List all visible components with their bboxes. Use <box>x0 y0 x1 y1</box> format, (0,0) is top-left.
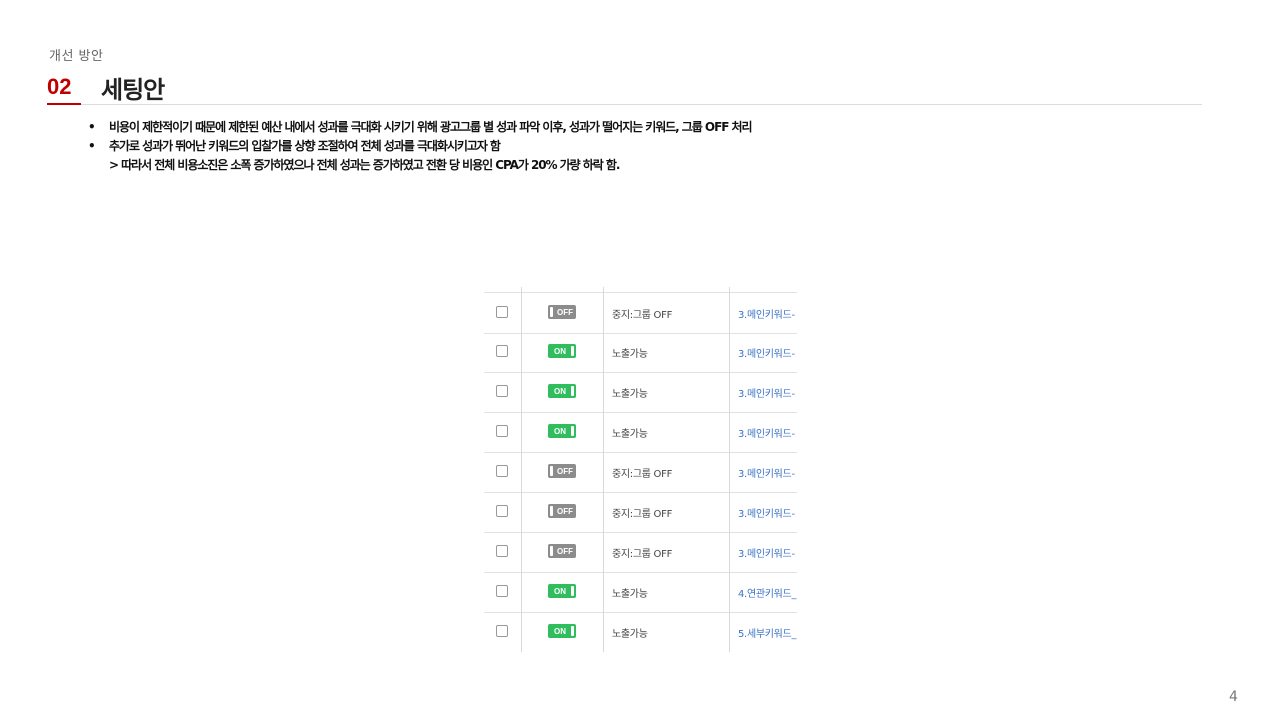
table-row: OFF 중지:그룹 OFF 3.메인키워드- <box>484 292 797 334</box>
table-row: OFF 중지:그룹 OFF 3.메인키워드- <box>484 532 797 573</box>
toggle-on-switch[interactable]: ON <box>548 384 576 398</box>
toggle-label: OFF <box>557 506 573 516</box>
toggle-label: OFF <box>557 307 573 317</box>
toggle-knob-icon <box>550 466 553 476</box>
column-divider <box>729 287 730 652</box>
toggle-knob-icon <box>550 307 553 317</box>
toggle-label: OFF <box>557 546 573 556</box>
table-row: OFF 중지:그룹 OFF 3.메인키워드- <box>484 492 797 533</box>
row-checkbox[interactable] <box>496 465 508 477</box>
row-status: 노출가능 <box>612 429 648 440</box>
row-keyword-link[interactable]: 3.메인키워드- <box>738 306 795 321</box>
row-status: 노출가능 <box>612 629 648 640</box>
toggle-off-switch[interactable]: OFF <box>548 544 576 558</box>
row-checkbox[interactable] <box>496 625 508 637</box>
toggle-off-switch[interactable]: OFF <box>548 305 576 319</box>
row-status: 중지:그룹 OFF <box>612 509 673 520</box>
toggle-label: ON <box>554 386 566 396</box>
toggle-knob-icon <box>571 386 574 396</box>
toggle-off-switch[interactable]: OFF <box>548 464 576 478</box>
row-status: 중지:그룹 OFF <box>612 469 673 480</box>
bullet-text: 추가로 성과가 뛰어난 키워드의 입찰가를 상향 조절하여 전체 성과를 극대화… <box>109 139 501 153</box>
row-checkbox[interactable] <box>496 545 508 557</box>
row-keyword-link[interactable]: 3.메인키워드- <box>738 385 795 400</box>
table-row: OFF 중지:그룹 OFF 3.메인키워드- <box>484 452 797 493</box>
toggle-on-switch[interactable]: ON <box>548 584 576 598</box>
table-row: ON 노출가능 5.세부키워드_ <box>484 612 797 652</box>
row-status: 중지:그룹 OFF <box>612 549 673 560</box>
toggle-on-switch[interactable]: ON <box>548 344 576 358</box>
toggle-knob-icon <box>571 626 574 636</box>
row-keyword-link[interactable]: 5.세부키워드_ <box>738 625 796 640</box>
row-keyword-link[interactable]: 3.메인키워드- <box>738 345 795 360</box>
toggle-label: OFF <box>557 466 573 476</box>
column-divider <box>603 287 604 652</box>
table-row: ON 노출가능 3.메인키워드- <box>484 372 797 413</box>
row-keyword-link[interactable]: 4.연관키워드_ <box>738 585 796 600</box>
page-number: 4 <box>1229 689 1238 705</box>
toggle-knob-icon <box>550 546 553 556</box>
row-checkbox[interactable] <box>496 425 508 437</box>
bullet-item: • 추가로 성과가 뛰어난 키워드의 입찰가를 상향 조절하여 전체 성과를 극… <box>88 137 1188 156</box>
section-title: 세팅안 <box>101 76 165 104</box>
toggle-label: ON <box>554 426 566 436</box>
table-row: ON 노출가능 3.메인키워드- <box>484 412 797 453</box>
row-checkbox[interactable] <box>496 585 508 597</box>
toggle-label: ON <box>554 346 566 356</box>
toggle-label: ON <box>554 586 566 596</box>
bullet-list: • 비용이 제한적이기 때문에 제한된 예산 내에서 성과를 극대화 시키기 위… <box>88 118 1188 175</box>
bullet-subtext: > 따라서 전체 비용소진은 소폭 증가하였으나 전체 성과는 증가하였고 전환… <box>109 158 620 172</box>
row-status: 중지:그룹 OFF <box>612 310 673 321</box>
row-status: 노출가능 <box>612 589 648 600</box>
row-status: 노출가능 <box>612 389 648 400</box>
row-checkbox[interactable] <box>496 306 508 318</box>
row-checkbox[interactable] <box>496 385 508 397</box>
row-checkbox[interactable] <box>496 505 508 517</box>
table-row: ON 노출가능 3.메인키워드- <box>484 332 797 373</box>
toggle-knob-icon <box>571 346 574 356</box>
bullet-text: 비용이 제한적이기 때문에 제한된 예산 내에서 성과를 극대화 시키기 위해 … <box>109 120 753 134</box>
bullet-icon: • <box>88 120 96 134</box>
toggle-knob-icon <box>571 426 574 436</box>
toggle-on-switch[interactable]: ON <box>548 424 576 438</box>
keyword-table-screenshot: OFF 중지:그룹 OFF 3.메인키워드- ON 노출가능 3.메인키워드- ON 노출가능… <box>484 287 797 652</box>
header-divider <box>81 104 1202 105</box>
column-divider <box>521 287 522 652</box>
toggle-knob-icon <box>571 586 574 596</box>
section-number: 02 <box>47 74 72 99</box>
row-keyword-link[interactable]: 3.메인키워드- <box>738 425 795 440</box>
row-checkbox[interactable] <box>496 345 508 357</box>
bullet-icon: • <box>88 139 96 153</box>
row-keyword-link[interactable]: 3.메인키워드- <box>738 505 795 520</box>
toggle-off-switch[interactable]: OFF <box>548 504 576 518</box>
toggle-knob-icon <box>550 506 553 516</box>
table-row: ON 노출가능 4.연관키워드_ <box>484 572 797 613</box>
section-number-underline <box>47 103 81 105</box>
row-status: 노출가능 <box>612 349 648 360</box>
row-keyword-link[interactable]: 3.메인키워드- <box>738 545 795 560</box>
bullet-item: • 비용이 제한적이기 때문에 제한된 예산 내에서 성과를 극대화 시키기 위… <box>88 118 1188 137</box>
toggle-label: ON <box>554 626 566 636</box>
section-kicker: 개선 방안 <box>49 49 104 64</box>
row-keyword-link[interactable]: 3.메인키워드- <box>738 465 795 480</box>
toggle-on-switch[interactable]: ON <box>548 624 576 638</box>
